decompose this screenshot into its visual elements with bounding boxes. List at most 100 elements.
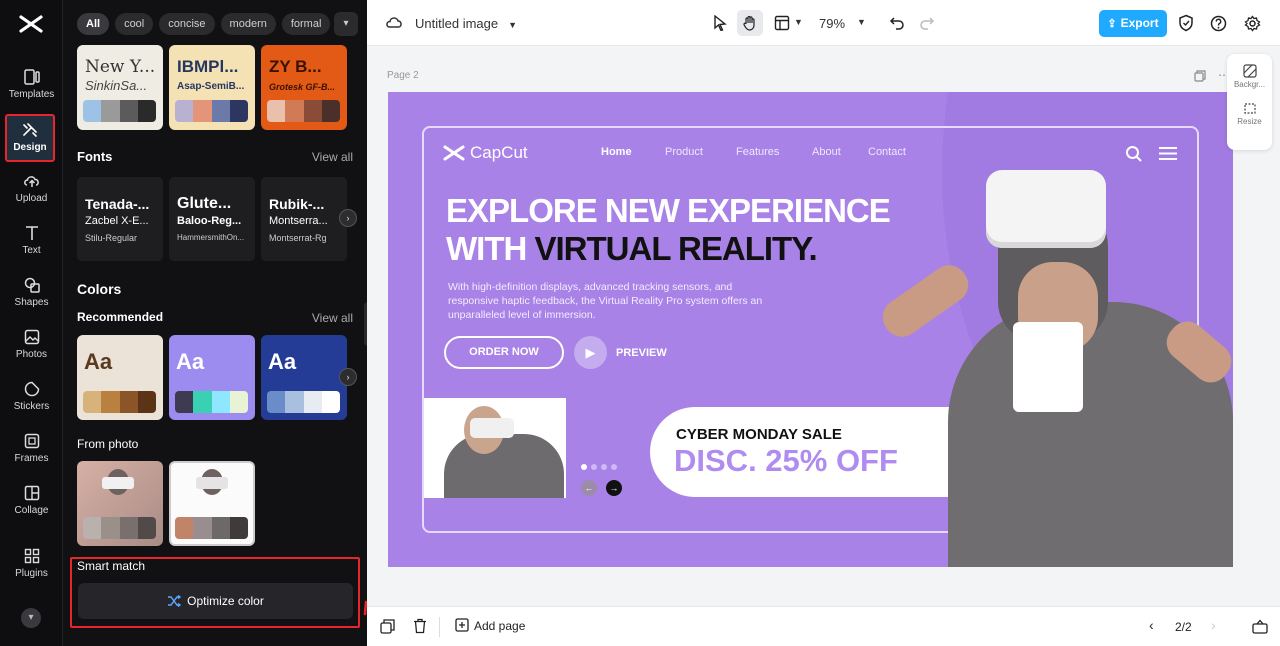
shuffle-icon xyxy=(168,594,182,608)
export-button[interactable]: ⇪ Export xyxy=(1099,10,1167,37)
rail-text[interactable]: Text xyxy=(0,224,63,272)
rail-frames[interactable]: Frames xyxy=(0,432,63,480)
style-card-swatches xyxy=(175,100,248,122)
slide-prev-arrow-icon: ← xyxy=(581,480,597,496)
slide-vr-person-image xyxy=(875,152,1233,567)
rail-frames-label: Frames xyxy=(14,453,49,464)
title-chevron-down-icon: ▼ xyxy=(508,20,518,30)
document-title[interactable]: Untitled image ▼ xyxy=(415,16,517,38)
frames-icon xyxy=(24,433,39,449)
settings-gear-icon[interactable] xyxy=(1244,15,1261,32)
optimize-color-button[interactable]: Optimize color xyxy=(78,583,353,619)
color-card-1[interactable]: Aa xyxy=(77,335,163,420)
rail-collage[interactable]: Collage xyxy=(0,484,63,532)
rail-plugins[interactable]: Plugins xyxy=(0,547,63,595)
slide-small-photo xyxy=(424,398,566,498)
slide-headline-1: EXPLORE NEW EXPERIENCE xyxy=(446,192,891,229)
add-page-icon xyxy=(455,618,469,632)
copy-page-icon[interactable] xyxy=(380,619,395,634)
colors-next-arrow-icon[interactable]: › xyxy=(339,368,357,386)
font-card-1[interactable]: Tenada-... Zacbel X-E... Stilu-Regular xyxy=(77,177,163,261)
chip-concise[interactable]: concise xyxy=(159,13,215,35)
delete-trash-icon[interactable] xyxy=(413,618,427,634)
chip-all[interactable]: All xyxy=(77,13,110,35)
pointer-select-icon[interactable] xyxy=(713,15,727,31)
color-card-2[interactable]: Aa xyxy=(169,335,255,420)
fonts-heading: Fonts xyxy=(77,149,113,164)
chips-expand-chevron-icon[interactable]: ▾ xyxy=(334,12,358,36)
colors-heading: Colors xyxy=(77,281,122,297)
font-card-2[interactable]: Glute... Baloo-Reg... HammersmithOn... xyxy=(169,177,255,261)
background-tool-button[interactable]: Backgr... xyxy=(1227,54,1272,89)
slide-carousel-dots xyxy=(581,464,617,470)
chip-modern[interactable]: modern xyxy=(220,13,276,35)
slide-nav-features: Features xyxy=(736,146,780,158)
undo-icon[interactable] xyxy=(889,15,905,31)
redo-icon[interactable] xyxy=(919,15,935,31)
hand-tool-button[interactable] xyxy=(737,10,763,36)
stickers-icon xyxy=(24,381,39,397)
photo-palette-card-2[interactable] xyxy=(169,461,255,546)
resize-icon xyxy=(1243,103,1256,114)
slide-headline-highlight: VIRTUAL REALITY. xyxy=(534,230,817,267)
zoom-level[interactable]: 79% xyxy=(819,16,845,38)
rail-design-label: Design xyxy=(13,142,47,153)
layout-icon[interactable] xyxy=(774,15,790,31)
add-page-button[interactable]: Add page xyxy=(455,618,525,636)
expand-pages-icon[interactable] xyxy=(1252,619,1268,634)
font-card-3[interactable]: Rubik-... Montserra... Montserrat-Rg xyxy=(261,177,347,261)
style-card-1[interactable]: New Y... SinkinSa... xyxy=(77,45,163,130)
rail-collage-label: Collage xyxy=(14,505,49,516)
bottom-divider xyxy=(439,617,440,637)
rail-shapes[interactable]: Shapes xyxy=(0,276,63,324)
duplicate-page-icon[interactable] xyxy=(1194,70,1206,82)
resize-tool-button[interactable]: Resize xyxy=(1227,89,1272,126)
photos-icon xyxy=(24,329,39,345)
fonts-view-all-link[interactable]: View all xyxy=(312,150,353,164)
font-card-secondary: Baloo-Reg... xyxy=(177,215,242,227)
page-label: Page 2 xyxy=(387,70,419,81)
color-card-3[interactable]: Aa xyxy=(261,335,347,420)
prev-page-chevron-icon[interactable]: ‹ xyxy=(1149,617,1154,633)
style-card-2[interactable]: IBMPl... Asap-SemiB... xyxy=(169,45,255,130)
font-card-primary: Glute... xyxy=(177,195,232,212)
color-card-sample: Aa xyxy=(84,349,113,374)
color-card-sample: Aa xyxy=(176,349,205,374)
slide-order-now-button: ORDER NOW xyxy=(444,336,564,369)
chip-formal[interactable]: formal xyxy=(281,13,331,35)
style-card-swatches xyxy=(267,100,340,122)
rail-design[interactable]: Design xyxy=(5,114,55,162)
text-icon xyxy=(25,226,38,240)
colors-view-all-link[interactable]: View all xyxy=(312,311,353,325)
chip-cool[interactable]: cool xyxy=(115,13,154,35)
capcut-logo-icon[interactable] xyxy=(18,12,44,36)
layout-chevron-down-icon[interactable]: ▼ xyxy=(794,17,803,27)
help-icon[interactable] xyxy=(1210,15,1227,32)
rail-stickers[interactable]: Stickers xyxy=(0,380,63,428)
rail-upload-label: Upload xyxy=(15,193,48,204)
rail-upload[interactable]: Upload xyxy=(0,172,63,220)
photo-palette-card-1[interactable] xyxy=(77,461,163,546)
canvas-side-widget: Backgr... Resize xyxy=(1227,54,1272,150)
slide-nav-about: About xyxy=(812,146,841,158)
slide-description: With high-definition displays, advanced … xyxy=(448,281,763,321)
font-card-primary: Tenada-... xyxy=(85,196,150,212)
rail-shapes-label: Shapes xyxy=(14,297,49,308)
style-card-title: New Y... xyxy=(85,57,156,77)
rail-text-label: Text xyxy=(22,245,41,256)
fonts-next-arrow-icon[interactable]: › xyxy=(339,209,357,227)
rail-stickers-label: Stickers xyxy=(13,401,50,412)
rail-plugins-label: Plugins xyxy=(15,568,48,579)
design-slide[interactable]: CapCut Home Product Features About Conta… xyxy=(388,92,1233,567)
background-tool-label: Backgr... xyxy=(1233,80,1266,89)
cloud-icon xyxy=(386,17,402,28)
rail-templates[interactable]: Templates xyxy=(0,68,63,116)
rail-templates-label: Templates xyxy=(8,89,55,100)
style-card-3[interactable]: ZY B... Grotesk GF-B... xyxy=(261,45,347,130)
rail-photos[interactable]: Photos xyxy=(0,328,63,376)
rail-more-chevron-icon[interactable]: ▾ xyxy=(21,608,41,628)
shield-icon[interactable] xyxy=(1178,14,1194,32)
next-page-chevron-icon[interactable]: › xyxy=(1211,617,1216,633)
zoom-chevron-down-icon[interactable]: ▼ xyxy=(857,17,866,27)
design-icon xyxy=(23,123,37,137)
